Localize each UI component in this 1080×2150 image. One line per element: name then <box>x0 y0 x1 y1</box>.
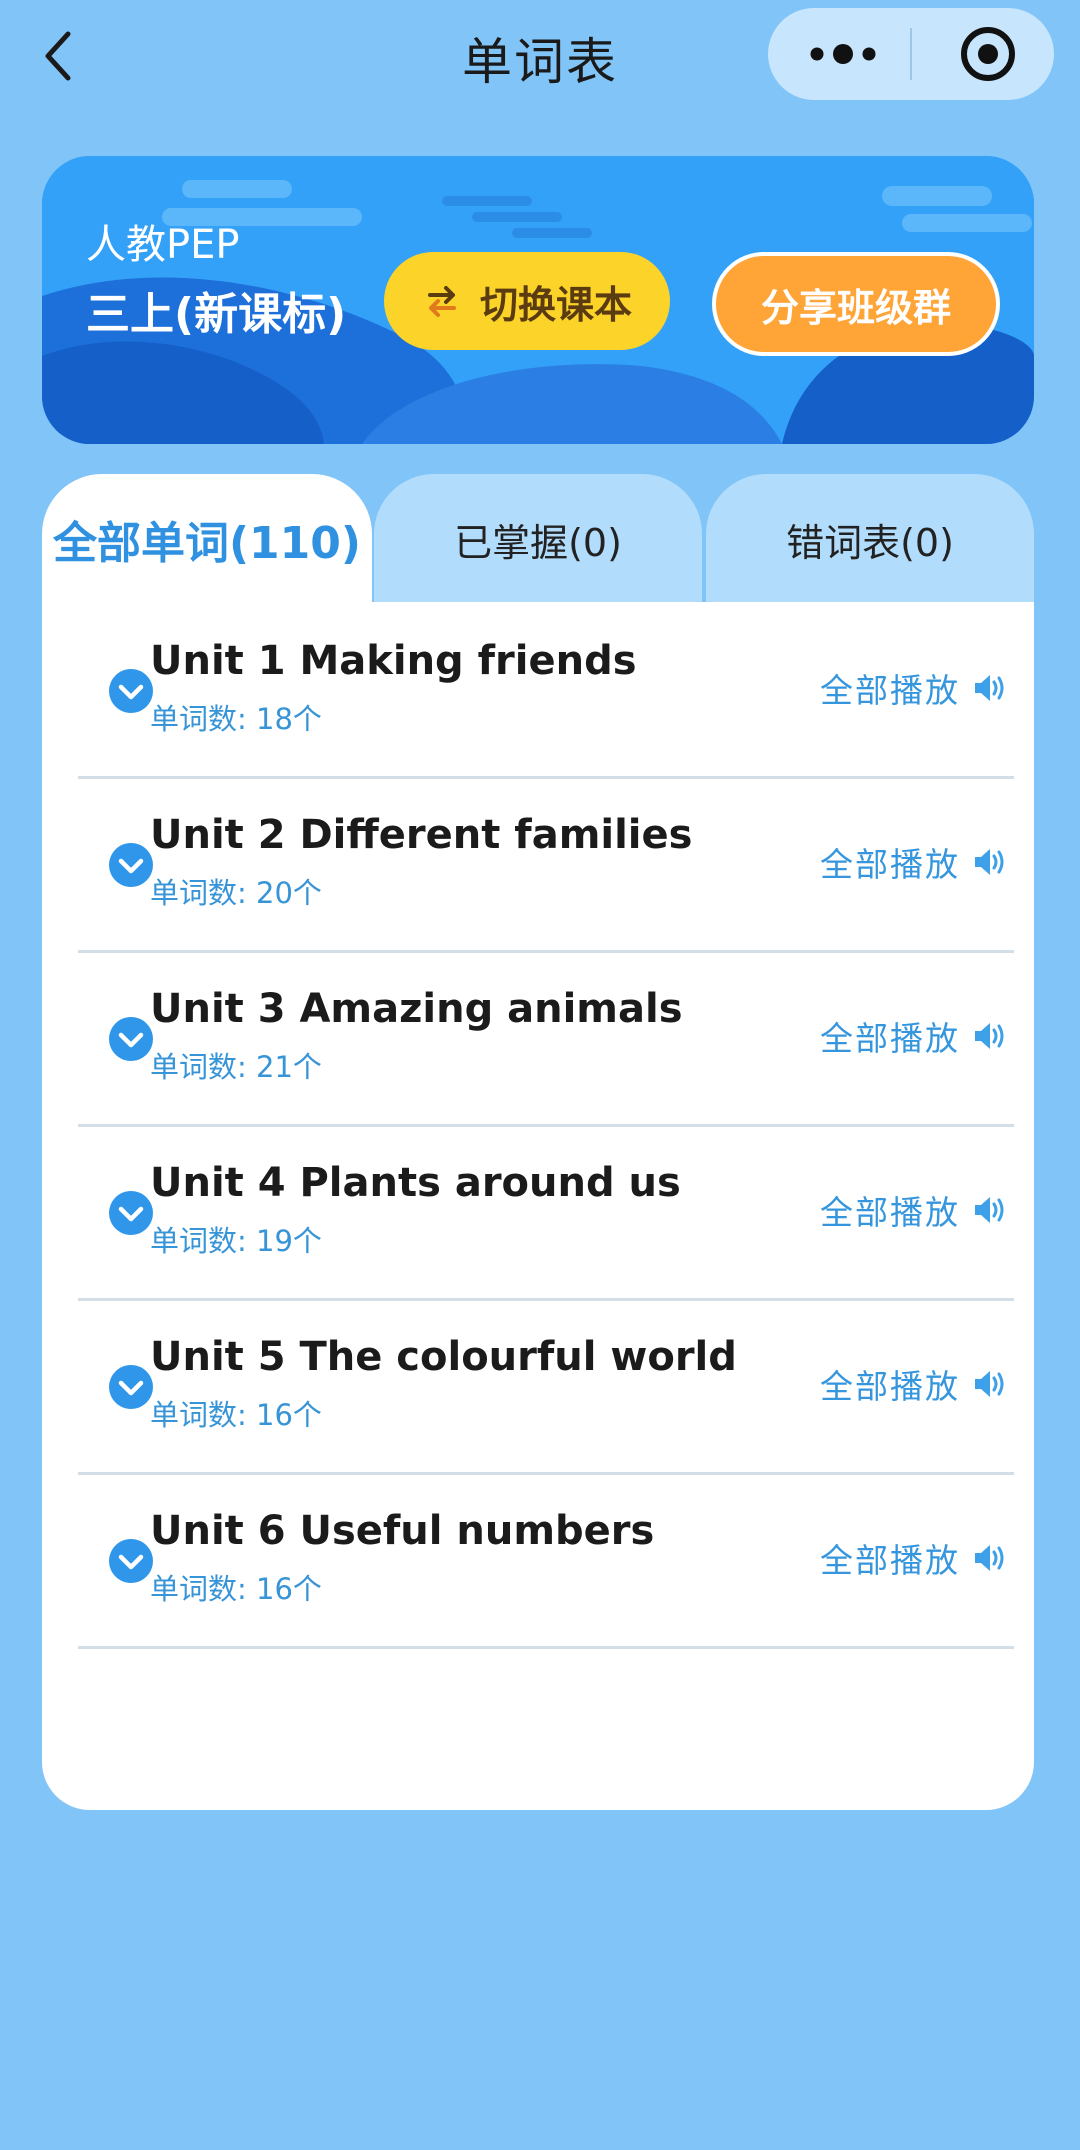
unit-title: Unit 2 Different families <box>150 812 693 858</box>
unit-title: Unit 6 Useful numbers <box>150 1508 655 1554</box>
speaker-icon <box>975 1371 1004 1397</box>
more-button[interactable] <box>788 24 898 84</box>
unit-row[interactable]: Unit 1 Making friends 单词数: 18个 全部播放 <box>78 602 1014 779</box>
play-all-label: 全部播放 <box>820 1541 960 1580</box>
play-all-label: 全部播放 <box>820 1367 960 1406</box>
share-class-group-button[interactable]: 分享班级群 <box>712 252 1000 356</box>
close-button[interactable] <box>938 24 1038 84</box>
navigation-bar: 单词表 <box>0 0 1080 112</box>
tab-mastered[interactable]: 已掌握(0) <box>374 474 702 604</box>
speaker-icon <box>975 849 1004 875</box>
target-close-icon <box>961 27 1015 81</box>
unit-row[interactable]: Unit 6 Useful numbers 单词数: 16个 全部播放 <box>78 1472 1014 1649</box>
speaker-icon <box>975 675 1004 701</box>
word-count: 单词数: 19个 <box>150 1224 322 1258</box>
unit-title: Unit 5 The colourful world <box>150 1334 737 1380</box>
unit-title: Unit 3 Amazing animals <box>150 986 683 1032</box>
tab-mastered-label: 已掌握(0) <box>454 520 622 565</box>
unit-row[interactable]: Unit 5 The colourful world 单词数: 16个 全部播放 <box>78 1298 1014 1475</box>
word-count: 单词数: 16个 <box>150 1572 322 1606</box>
word-count: 单词数: 16个 <box>150 1398 322 1432</box>
tab-all-words-label: 全部单词(110) <box>52 518 362 569</box>
share-class-group-label: 分享班级群 <box>760 285 951 330</box>
play-all-button[interactable]: 全部播放 <box>820 1360 1008 1408</box>
play-all-button[interactable]: 全部播放 <box>820 664 1008 712</box>
word-count: 单词数: 18个 <box>150 702 322 736</box>
speaker-icon <box>975 1197 1004 1223</box>
play-all-label: 全部播放 <box>820 845 960 884</box>
textbook-banner: 人教PEP 三上(新课标) 切换课本 分享班级群 <box>42 156 1034 444</box>
chevron-down-circle-icon[interactable] <box>108 1538 154 1584</box>
tab-all-words[interactable]: 全部单词(110) <box>42 474 372 604</box>
capsule-divider <box>910 28 912 80</box>
unit-title: Unit 1 Making friends <box>150 638 637 684</box>
unit-row[interactable]: Unit 2 Different families 单词数: 20个 全部播放 <box>78 776 1014 953</box>
mini-program-capsule <box>768 8 1054 100</box>
word-count: 单词数: 21个 <box>150 1050 322 1084</box>
chevron-down-circle-icon[interactable] <box>108 842 154 888</box>
unit-row[interactable]: Unit 4 Plants around us 单词数: 19个 全部播放 <box>78 1124 1014 1301</box>
chevron-down-circle-icon[interactable] <box>108 1016 154 1062</box>
speaker-icon <box>975 1023 1004 1049</box>
play-all-label: 全部播放 <box>820 671 960 710</box>
tab-wrong-words[interactable]: 错词表(0) <box>706 474 1034 604</box>
play-all-button[interactable]: 全部播放 <box>820 1012 1008 1060</box>
speaker-icon <box>975 1545 1004 1571</box>
play-all-button[interactable]: 全部播放 <box>820 1186 1008 1234</box>
chevron-down-circle-icon[interactable] <box>108 1364 154 1410</box>
chevron-down-circle-icon[interactable] <box>108 668 154 714</box>
grade-label: 三上(新课标) <box>86 289 347 340</box>
switch-textbook-label: 切换课本 <box>479 282 632 327</box>
unit-title: Unit 4 Plants around us <box>150 1160 681 1206</box>
switch-textbook-button[interactable]: 切换课本 <box>384 252 670 350</box>
tab-wrong-words-label: 错词表(0) <box>786 520 954 565</box>
play-all-label: 全部播放 <box>820 1193 960 1232</box>
word-count: 单词数: 20个 <box>150 876 322 910</box>
play-all-label: 全部播放 <box>820 1019 960 1058</box>
swap-arrows-icon <box>427 286 456 317</box>
publisher-label: 人教PEP <box>86 222 240 268</box>
play-all-button[interactable]: 全部播放 <box>820 1534 1008 1582</box>
more-dots-icon <box>810 44 876 64</box>
chevron-down-circle-icon[interactable] <box>108 1190 154 1236</box>
unit-list: Unit 1 Making friends 单词数: 18个 全部播放 Unit… <box>42 602 1034 1810</box>
play-all-button[interactable]: 全部播放 <box>820 838 1008 886</box>
unit-row[interactable]: Unit 3 Amazing animals 单词数: 21个 全部播放 <box>78 950 1014 1127</box>
